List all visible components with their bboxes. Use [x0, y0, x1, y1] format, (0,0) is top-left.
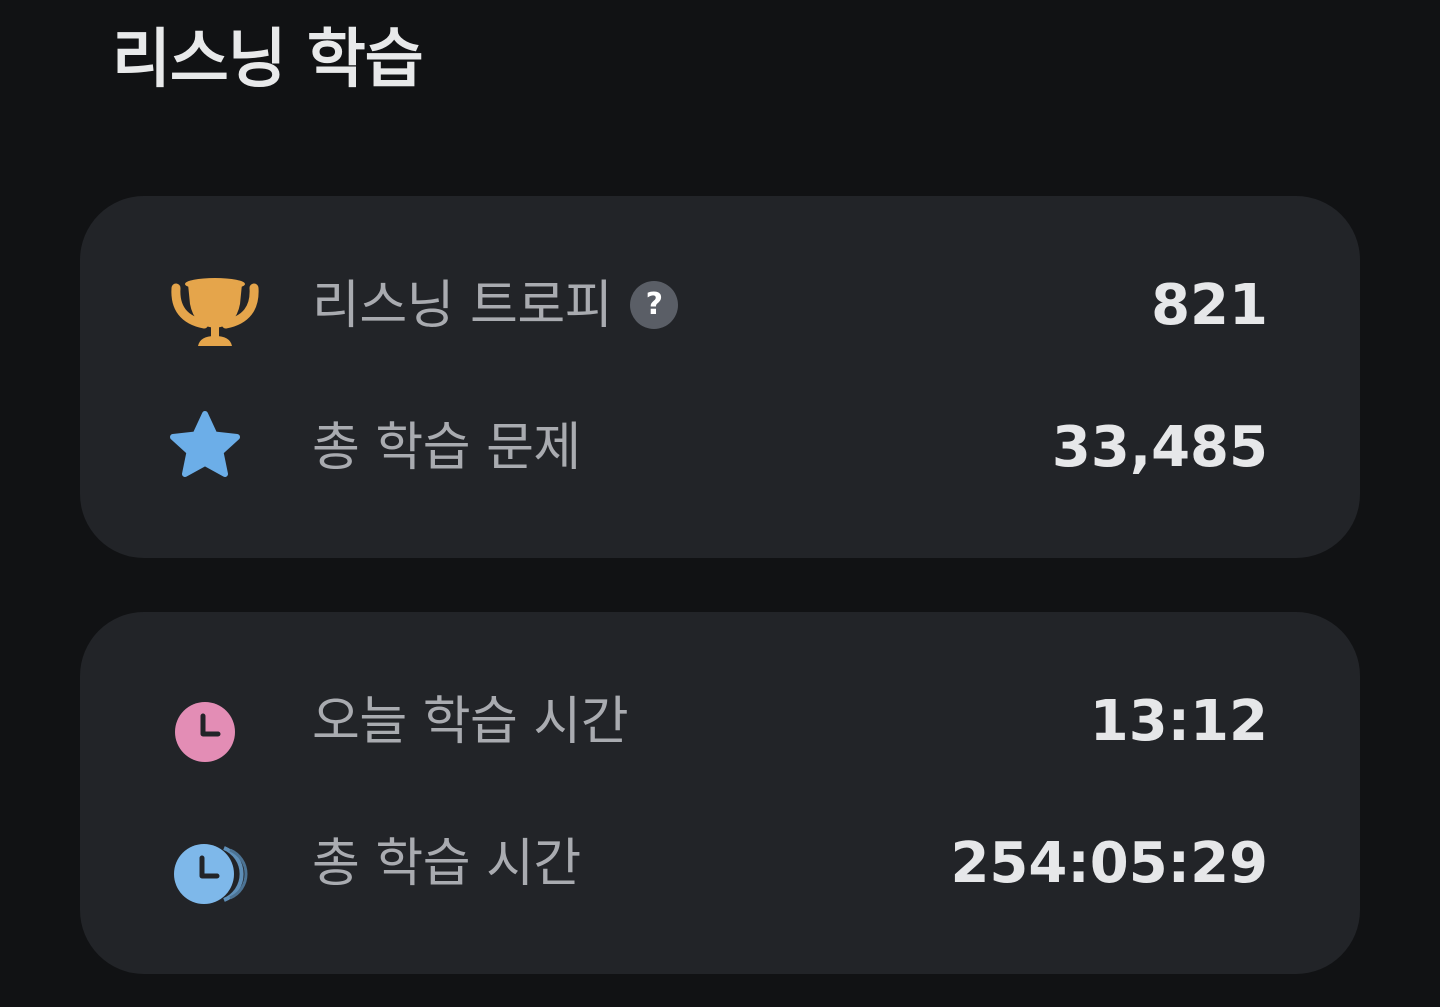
clock-icon [170, 682, 260, 762]
star-icon [170, 408, 260, 488]
today-study-time-value: 13:12 [1089, 689, 1268, 754]
total-study-time-label: 총 학습 시간 [312, 834, 581, 894]
time-stats-card: 오늘 학습 시간 13:12 총 학습 시간 254:05:29 [80, 612, 1360, 974]
total-problems-row: 총 학습 문제 33,485 [80, 398, 1360, 498]
total-problems-value: 33,485 [1051, 415, 1268, 480]
trophy-stats-card: 리스닝 트로피? 821 총 학습 문제 33,485 [80, 196, 1360, 558]
today-study-time-label: 오늘 학습 시간 [312, 692, 629, 752]
listening-trophy-value: 821 [1151, 273, 1268, 338]
fast-clock-icon [170, 824, 260, 904]
help-icon[interactable]: ? [630, 281, 679, 329]
listening-stats-page: 리스닝 학습 리스닝 트로피? 821 총 학습 문제 33,485 오늘 학습… [0, 0, 1440, 1007]
listening-trophy-label: 리스닝 트로피? [312, 256, 679, 356]
total-study-time-value: 254:05:29 [950, 831, 1268, 896]
today-study-time-row: 오늘 학습 시간 13:12 [80, 672, 1360, 772]
listening-trophy-row: 리스닝 트로피? 821 [80, 256, 1360, 356]
trophy-icon [170, 266, 260, 346]
total-problems-label: 총 학습 문제 [312, 418, 581, 478]
page-title: 리스닝 학습 [112, 23, 424, 97]
total-study-time-row: 총 학습 시간 254:05:29 [80, 814, 1360, 914]
